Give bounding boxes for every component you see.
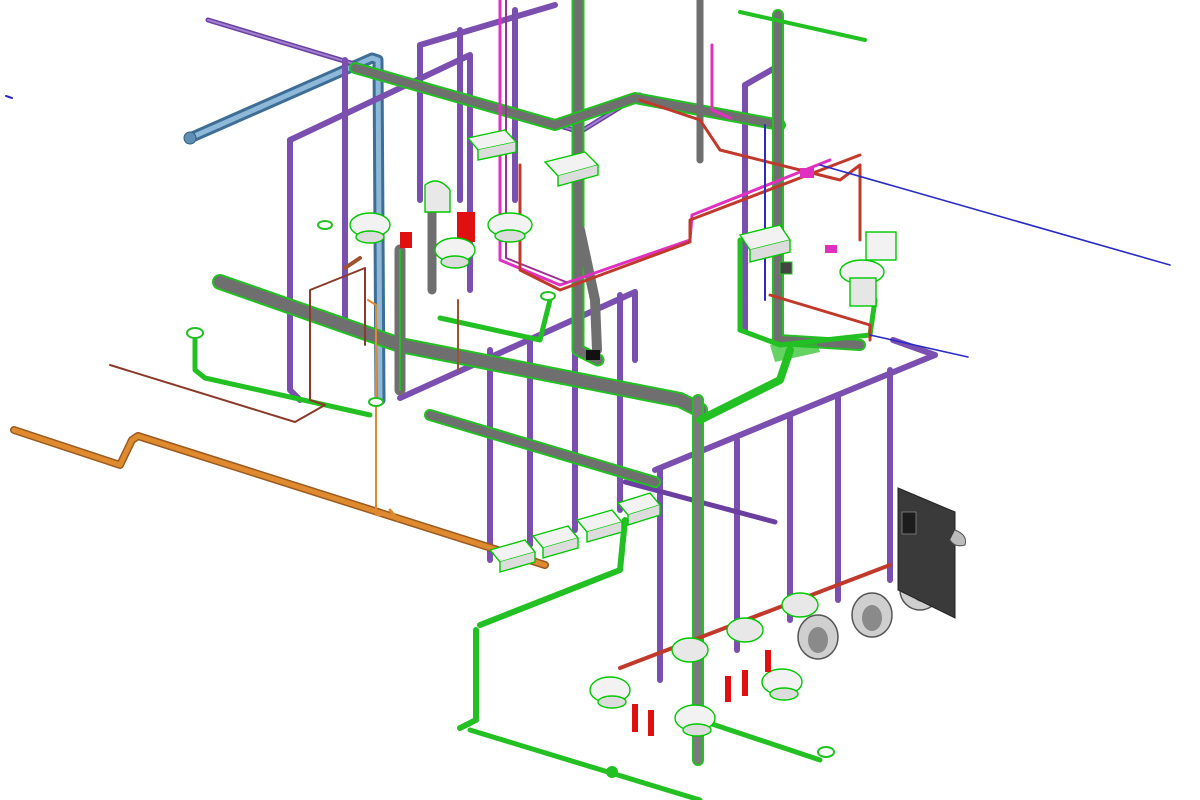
urinal-2[interactable] (851, 592, 893, 638)
gas-system[interactable] (10, 299, 549, 569)
water-closet-4[interactable] (424, 180, 451, 213)
vent-riser-1[interactable] (287, 137, 303, 403)
cold-water-branch[interactable] (869, 334, 969, 358)
storm-cleanout[interactable] (183, 131, 197, 145)
valve-3[interactable] (800, 168, 814, 178)
water-closet-lower-1[interactable] (589, 676, 631, 709)
lavatory-mid-3[interactable] (575, 509, 624, 543)
water-closet-3[interactable] (487, 212, 533, 243)
valve-4[interactable] (825, 245, 837, 253)
sanitary-base-drain[interactable] (467, 727, 703, 800)
floor-drain-1[interactable] (186, 327, 204, 339)
floor-drain-4[interactable] (817, 746, 835, 758)
sanitary-left-branch[interactable] (192, 337, 373, 418)
mixing-valve[interactable] (457, 212, 475, 242)
water-closet-1[interactable] (349, 212, 391, 244)
water-closet-lower-6[interactable] (781, 592, 819, 618)
sanitary-cleanout[interactable] (586, 350, 600, 360)
floor-drain-2[interactable] (317, 220, 333, 230)
floor-drain-3[interactable] (368, 397, 384, 407)
tank-toilet[interactable] (839, 231, 897, 307)
panel-box[interactable] (779, 261, 793, 275)
gas-main[interactable] (11, 427, 548, 568)
lavatory-mid-2[interactable] (531, 525, 580, 559)
sanitary-right-run[interactable] (697, 717, 823, 763)
base-cleanout[interactable] (606, 766, 618, 778)
gas-main-outline (10, 426, 549, 569)
water-closet-lower-5[interactable] (726, 617, 764, 643)
sanitary-cross-1[interactable] (437, 297, 553, 343)
lavatory-mid-1[interactable] (488, 539, 537, 573)
sanitary-lower-riser[interactable] (457, 627, 479, 731)
lavatory-upper-1[interactable] (466, 129, 518, 161)
water-closet-lower-3[interactable] (761, 668, 803, 701)
lavatory-upper-2[interactable] (543, 151, 600, 187)
plumbing-3d-view[interactable] (0, 0, 1200, 800)
valve-2[interactable] (400, 232, 412, 248)
sanitary-right-stack[interactable] (774, 11, 864, 349)
cold-water-stub[interactable] (5, 95, 13, 99)
sanitary-roof-vent[interactable] (738, 10, 867, 42)
urinal-1[interactable] (797, 614, 839, 660)
sanitary-right-stack-outline (772, 9, 866, 351)
isometric-plumbing-model[interactable] (0, 0, 1200, 800)
floor-drain-5[interactable] (540, 291, 556, 301)
water-closet-lower-4[interactable] (671, 637, 709, 663)
water-closet-lower-2[interactable] (674, 704, 716, 737)
vent-branch-2[interactable] (417, 2, 558, 48)
water-closet-2[interactable] (434, 237, 476, 269)
domestic-water-system[interactable] (5, 0, 1171, 670)
